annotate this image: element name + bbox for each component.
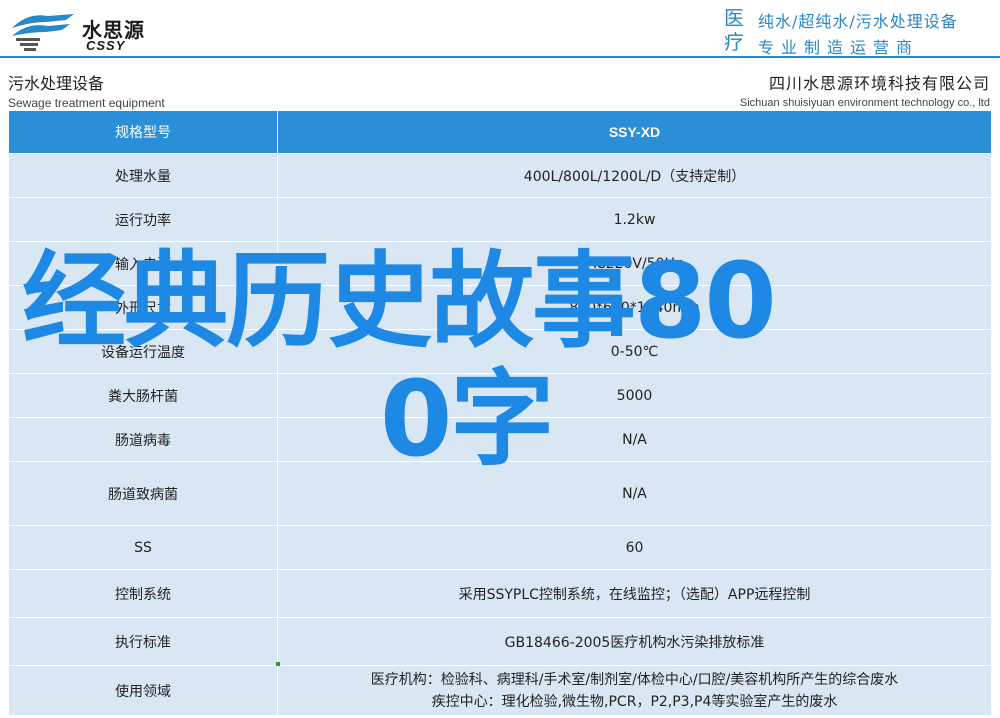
spec-table: 规格型号 SSY-XD 处理水量 400L/800L/1200L/D（支持定制）… (8, 110, 992, 716)
row-label: 输入电源 (8, 241, 278, 286)
row-label: 设备运行温度 (8, 329, 278, 374)
table-row: 粪大肠杆菌 5000 (8, 373, 992, 418)
company-name: 四川水思源环境科技有限公司 Sichuan shuisiyuan environ… (740, 70, 990, 109)
row-label: 外形尺寸 (8, 285, 278, 330)
row-value: AC220V/50Hz (277, 241, 992, 286)
row-value: GB18466-2005医疗机构水污染排放标准 (277, 617, 992, 666)
table-row: 执行标准 GB18466-2005医疗机构水污染排放标准 (8, 617, 992, 666)
row-value: 1.2kw (277, 197, 992, 242)
row-value: 采用SSYPLC控制系统，在线监控；（选配）APP远程控制 (277, 569, 992, 618)
table-row: 使用领域 医疗机构：检验科、病理科/手术室/制剂室/体检中心/口腔/美容机构所产… (8, 665, 992, 716)
corner-mark (276, 662, 280, 666)
row-label: 运行功率 (8, 197, 278, 242)
table-row: 肠道致病菌 N/A (8, 461, 992, 526)
category-title: 污水处理设备 Sewage treatment equipment (8, 70, 165, 110)
slogan-products: 纯水/超纯水/污水处理设备 (758, 12, 958, 31)
company-name-en: Sichuan shuisiyuan environment technolog… (739, 97, 990, 109)
table-row: 处理水量 400L/800L/1200L/D（支持定制） (8, 153, 992, 198)
company-logo: 水思源 CSSY (8, 6, 208, 53)
row-label: 使用领域 (8, 665, 278, 716)
row-value: 0-50℃ (277, 329, 992, 374)
table-row: 控制系统 采用SSYPLC控制系统，在线监控；（选配）APP远程控制 (8, 569, 992, 618)
row-value-multiline: 医疗机构：检验科、病理科/手术室/制剂室/体检中心/口腔/美容机构所产生的综合废… (277, 665, 992, 716)
row-label: 控制系统 (8, 569, 278, 618)
slogan-badge: 医疗 (724, 6, 744, 54)
row-label: 粪大肠杆菌 (8, 373, 278, 418)
table-row: 设备运行温度 0-50℃ (8, 329, 992, 374)
row-label: 肠道病毒 (8, 417, 278, 462)
table-header-row: 规格型号 SSY-XD (8, 110, 992, 154)
table-row: 运行功率 1.2kw (8, 197, 992, 242)
table-row: 肠道病毒 N/A (8, 417, 992, 462)
row-label: 处理水量 (8, 153, 278, 198)
slogan: 医疗 纯水/超纯水/污水处理设备 专业制造运营商 (724, 6, 994, 57)
logo-name-en: CSSY (86, 38, 126, 53)
row-label: SS (8, 525, 278, 570)
header-value: SSY-XD (277, 110, 992, 154)
header-divider (0, 56, 1000, 58)
usage-line-cdc: 疾控中心：理化检验,微生物,PCR，P2,P3,P4等实验室产生的废水 (431, 693, 838, 710)
company-name-cn: 四川水思源环境科技有限公司 (768, 74, 990, 93)
row-value: 5000 (277, 373, 992, 418)
header-label: 规格型号 (8, 110, 278, 154)
row-value: 60 (277, 525, 992, 570)
row-value: N/A (277, 417, 992, 462)
category-title-cn: 污水处理设备 (8, 74, 105, 93)
row-value: 400L/800L/1200L/D（支持定制） (277, 153, 992, 198)
row-value: N/A (277, 461, 992, 526)
row-label: 执行标准 (8, 617, 278, 666)
category-title-en: Sewage treatment equipment (8, 96, 165, 110)
logo-wave-icon (12, 14, 74, 51)
table-row: SS 60 (8, 525, 992, 570)
row-label: 肠道致病菌 (8, 461, 278, 526)
usage-line-medical: 医疗机构：检验科、病理科/手术室/制剂室/体检中心/口腔/美容机构所产生的综合废… (370, 671, 899, 688)
slogan-tagline: 专业制造运营商 (758, 38, 920, 57)
row-value: 830*660*1440mm (277, 285, 992, 330)
table-row: 外形尺寸 830*660*1440mm (8, 285, 992, 330)
table-row: 输入电源 AC220V/50Hz (8, 241, 992, 286)
